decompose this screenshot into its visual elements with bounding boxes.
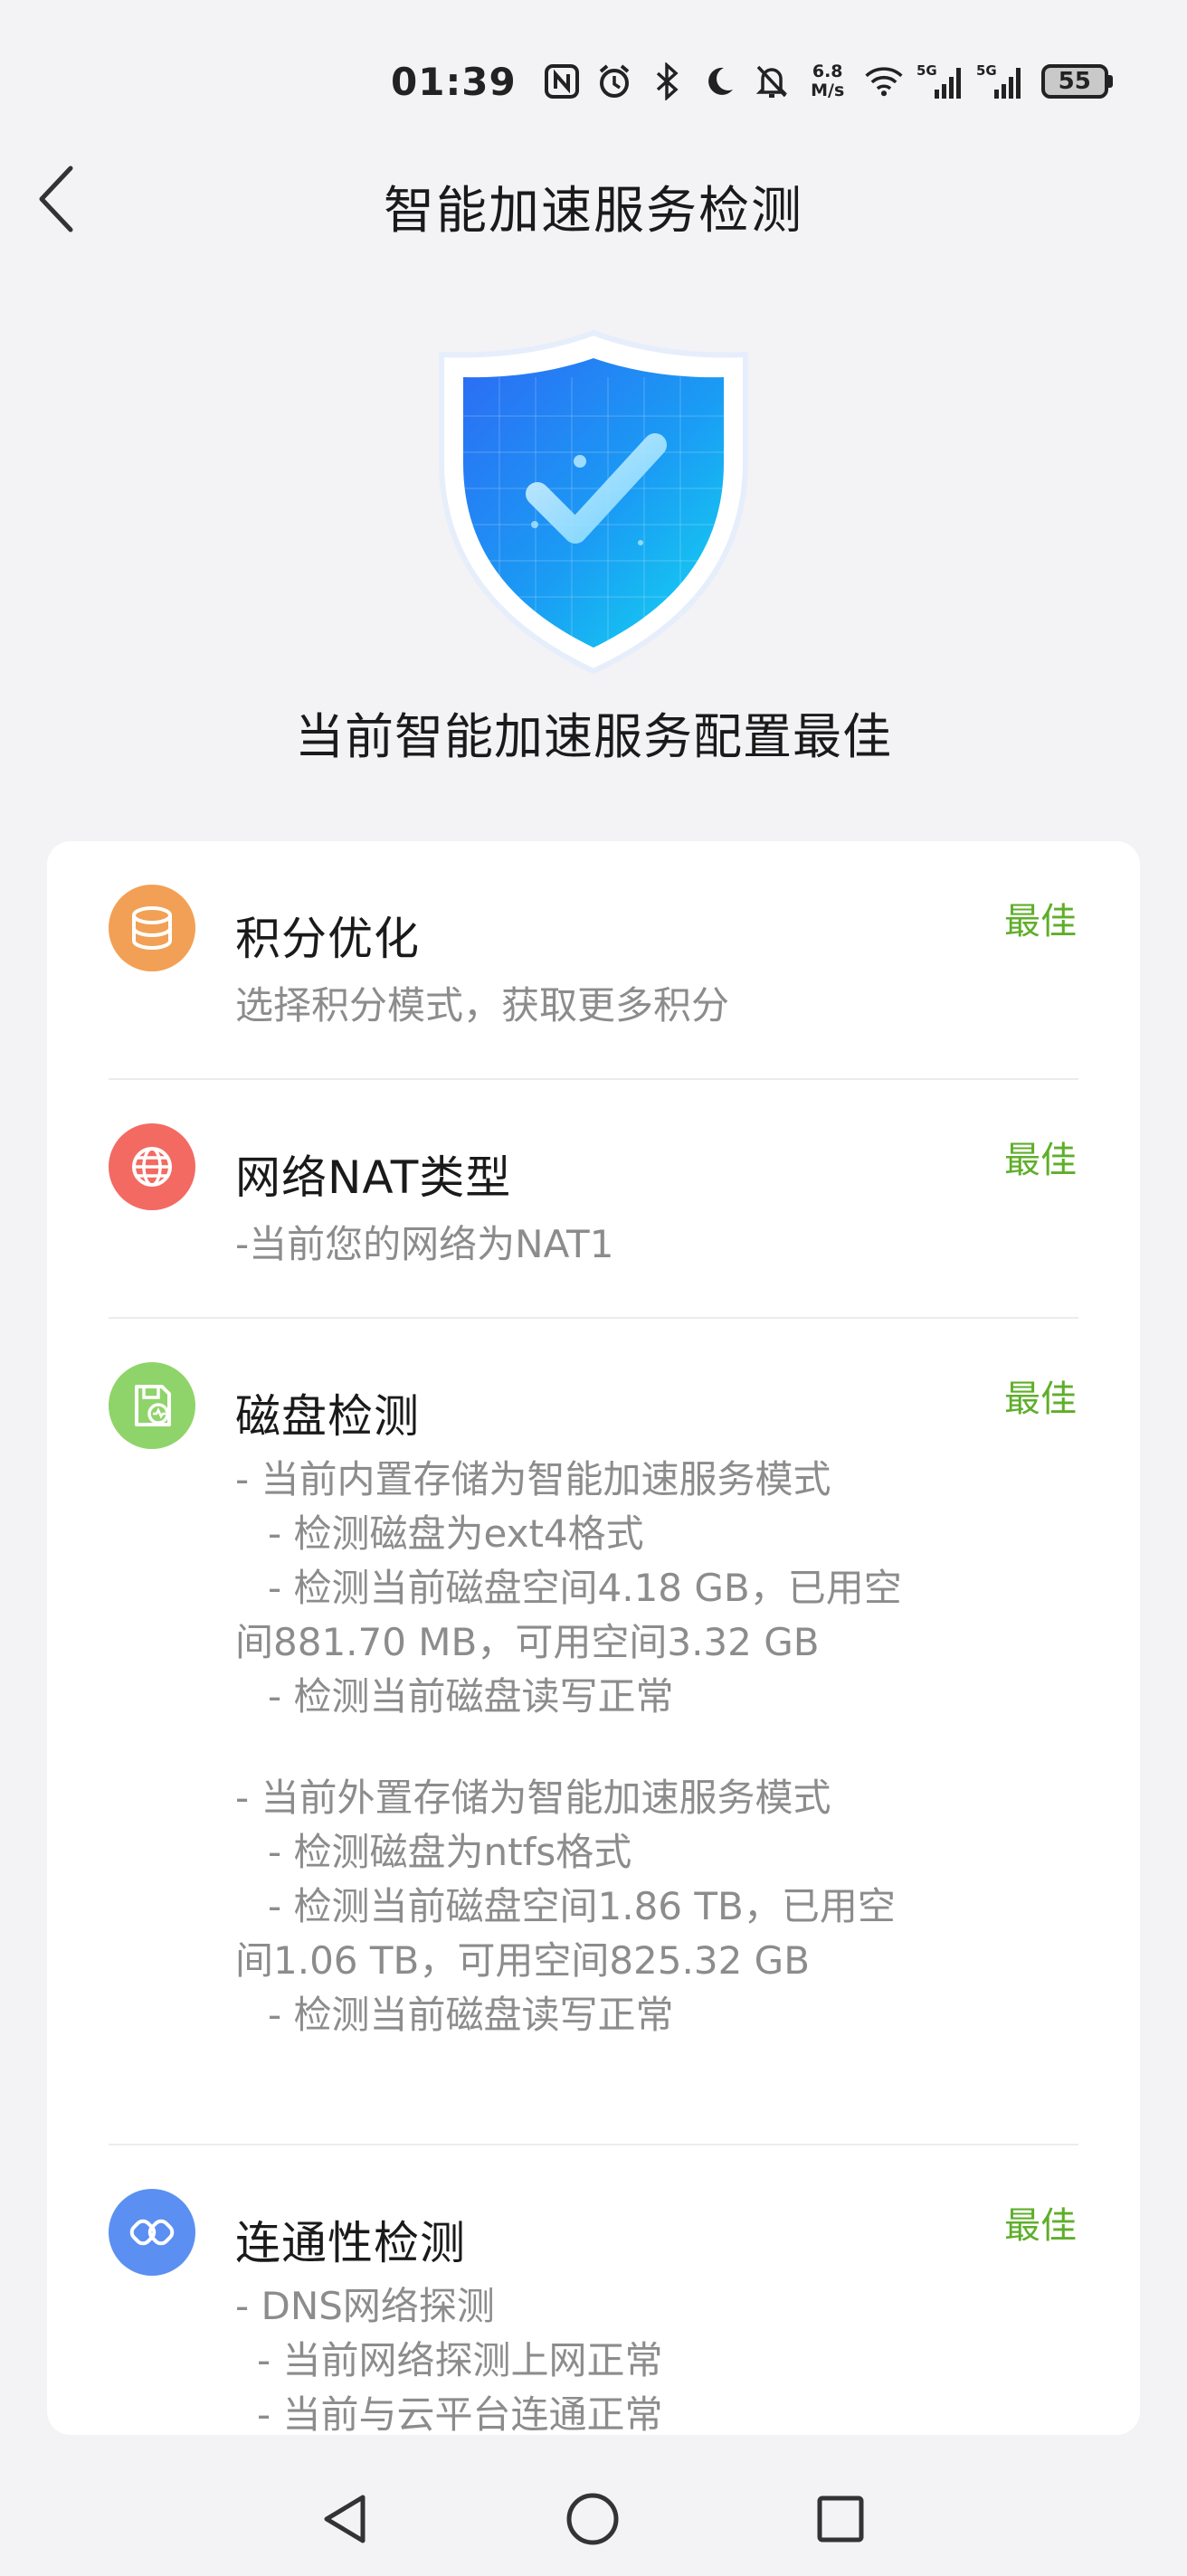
desc-line: - 检测当前磁盘空间4.18 GB，已用空 xyxy=(268,1566,902,1610)
desc-line: -当前您的网络为NAT1 xyxy=(235,1222,614,1266)
signal-5g-icon-2: 5G xyxy=(976,62,1023,101)
desc-line: - 检测磁盘为ext4格式 xyxy=(268,1511,644,1556)
network-speed-value: 6.8 xyxy=(812,62,843,81)
page-title: 智能加速服务检测 xyxy=(384,182,803,241)
moon-icon xyxy=(699,62,739,101)
result-item-connectivity[interactable]: 连通性检测 最佳 - DNS网络探测 - 当前网络探测上网正常 - 当前与云平台… xyxy=(47,2189,1140,2435)
item-title: 积分优化 xyxy=(235,913,420,965)
battery-icon: 55 xyxy=(1040,64,1113,99)
desc-line: - 当前与云平台连通正常 xyxy=(257,2392,663,2435)
check-results-card: 积分优化 最佳 选择积分模式，获取更多积分 网络NAT类型 最佳 -当前您的网络… xyxy=(47,841,1140,2435)
bell-muted-icon xyxy=(752,62,792,101)
status-time: 01:39 xyxy=(391,59,517,104)
item-title: 磁盘检测 xyxy=(235,1390,420,1443)
nav-home-icon[interactable] xyxy=(552,2478,633,2560)
result-item-disk[interactable]: 磁盘检测 最佳 - 当前内置存储为智能加速服务模式 - 检测磁盘为ext4格式 … xyxy=(47,1362,1140,2037)
item-title: 网络NAT类型 xyxy=(235,1151,512,1204)
app-header: 智能加速服务检测 xyxy=(0,154,1187,244)
wifi-icon xyxy=(864,62,904,101)
status-badge: 最佳 xyxy=(1004,1378,1077,1420)
desc-line: 间881.70 MB，可用空间3.32 GB xyxy=(235,1620,820,1664)
desc-line: - 检测当前磁盘空间1.86 TB，已用空 xyxy=(268,1884,896,1928)
hero-status-text: 当前智能加速服务配置最佳 xyxy=(295,708,892,765)
status-badge: 最佳 xyxy=(1004,2205,1077,2247)
svg-text:5G: 5G xyxy=(976,62,997,79)
status-bar: 01:39 6.8 M/s 5G 5G 55 xyxy=(391,52,1187,110)
network-speed-unit: M/s xyxy=(811,80,845,100)
shield-check-icon xyxy=(431,326,756,678)
desc-line: - 检测当前磁盘读写正常 xyxy=(268,1674,674,1719)
network-speed: 6.8 M/s xyxy=(804,62,851,100)
database-icon xyxy=(109,885,195,971)
alarm-icon xyxy=(594,62,634,101)
desc-line: - 检测磁盘为ntfs格式 xyxy=(268,1830,632,1874)
nfc-icon xyxy=(542,62,582,101)
desc-line: - 检测当前磁盘读写正常 xyxy=(268,1993,674,2037)
item-description: 选择积分模式，获取更多积分 xyxy=(235,979,1031,1033)
desc-line: - 当前网络探测上网正常 xyxy=(257,2338,663,2382)
status-badge: 最佳 xyxy=(1004,901,1077,942)
item-description: - DNS网络探测 - 当前网络探测上网正常 - 当前与云平台连通正常 xyxy=(235,2279,1031,2435)
globe-icon xyxy=(109,1123,195,1210)
screen: 01:39 6.8 M/s 5G 5G 55 智能加速服务检测 当前智能加速服务… xyxy=(0,0,1187,2576)
item-description: -当前您的网络为NAT1 xyxy=(235,1217,1031,1272)
signal-5g-icon-1: 5G xyxy=(916,62,964,101)
status-badge: 最佳 xyxy=(1004,1140,1077,1181)
desc-line: - 当前内置存储为智能加速服务模式 xyxy=(235,1457,831,1501)
svg-text:5G: 5G xyxy=(916,62,937,79)
desc-line: - DNS网络探测 xyxy=(235,2284,495,2328)
battery-level: 55 xyxy=(1040,64,1108,99)
item-title: 连通性检测 xyxy=(235,2217,466,2269)
nav-back-icon[interactable] xyxy=(304,2478,385,2560)
item-description: - 当前内置存储为智能加速服务模式 - 检测磁盘为ext4格式 - 检测当前磁盘… xyxy=(235,1453,1031,2042)
desc-line: - 当前外置存储为智能加速服务模式 xyxy=(235,1776,831,1820)
result-item-points[interactable]: 积分优化 最佳 选择积分模式，获取更多积分 xyxy=(47,885,1140,1084)
connectivity-icon xyxy=(109,2189,195,2276)
divider xyxy=(109,1317,1078,1319)
desc-line: 选择积分模式，获取更多积分 xyxy=(235,983,730,1028)
result-item-nat[interactable]: 网络NAT类型 最佳 -当前您的网络为NAT1 xyxy=(47,1123,1140,1322)
desc-line: 间1.06 TB，可用空间825.32 GB xyxy=(235,1938,811,1983)
nav-recents-icon[interactable] xyxy=(800,2478,881,2560)
disk-check-icon xyxy=(109,1362,195,1449)
divider xyxy=(109,1078,1078,1080)
bluetooth-icon xyxy=(647,62,687,101)
divider xyxy=(109,2144,1078,2145)
system-nav-bar xyxy=(0,2469,1187,2560)
